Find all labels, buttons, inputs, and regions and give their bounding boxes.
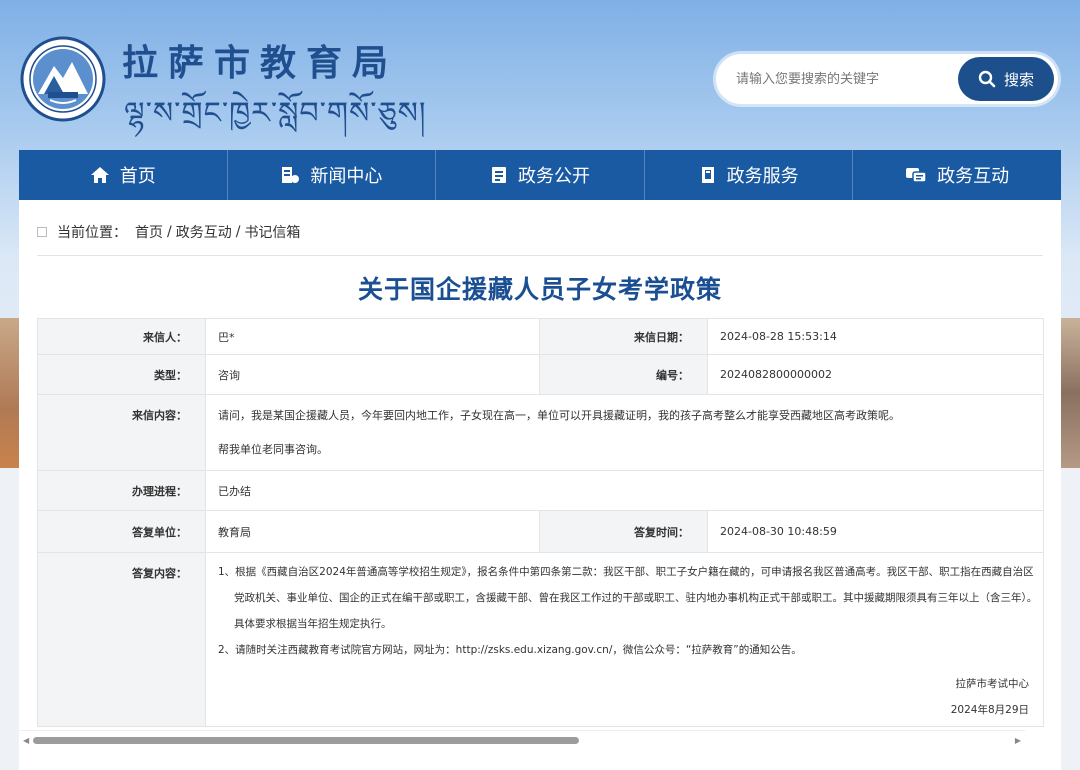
number-label: 编号： [539,354,708,395]
nav-item-news[interactable]: 新闻中心 [228,150,437,200]
nav-item-home[interactable]: 首页 [19,150,228,200]
breadcrumb-home-link[interactable]: 首页 [135,222,163,242]
nav-item-gov-service[interactable]: 政务服务 [645,150,854,200]
service-icon [701,167,714,183]
home-icon [90,167,109,183]
table-row: 答复单位： 教育局 答复时间： 2024-08-30 10:48:59 [37,510,1044,553]
reply-time-label: 答复时间： [539,510,708,553]
search-button[interactable]: 搜索 [958,57,1054,101]
reply-time-value: 2024-08-30 10:48:59 [707,510,1044,553]
content-label: 来信内容： [37,394,206,471]
sender-value: 巴* [205,318,540,355]
letter-detail-table: 来信人： 巴* 来信日期： 2024-08-28 15:53:14 类型： 咨询… [37,318,1044,727]
search-icon [978,70,996,88]
scrollbar-thumb[interactable] [33,737,579,744]
search-box: 搜索 [716,54,1058,104]
number-value: 2024082800000002 [707,354,1044,395]
breadcrumb-separator: / [167,224,172,240]
content-panel: 当前位置： 首页 / 政务互动 / 书记信箱 关于国企援藏人员子女考学政策 来信… [19,200,1061,770]
nav-item-label: 首页 [119,166,156,187]
news-icon [282,167,300,183]
main-nav: 首页 新闻中心 政务公开 政务服务 政务互动 [19,150,1061,200]
progress-label: 办理进程： [37,470,206,511]
nav-item-gov-open[interactable]: 政务公开 [436,150,645,200]
type-label: 类型： [37,354,206,395]
type-value: 咨询 [205,354,540,395]
breadcrumb-current: 书记信箱 [244,225,301,241]
search-input[interactable] [736,54,956,104]
emblem-icon[interactable] [20,36,106,122]
reply-line: 具体要求根据当年招生规定执行。 [234,618,392,630]
table-row: 类型： 咨询 编号： 2024082800000002 [37,354,1044,395]
reply-unit-value: 教育局 [205,510,540,553]
nav-item-label: 政务公开 [517,166,590,187]
reply-line: 1、根据《西藏自治区2024年普通高等学校招生规定》，报名条件中第四条第二款：我… [218,566,1034,578]
breadcrumb-interaction-link[interactable]: 政务互动 [176,222,232,242]
breadcrumb: 当前位置： 首页 / 政务互动 / 书记信箱 [37,222,300,242]
reply-line: 2、请随时关注西藏教育考试院官方网站，网址为：http://zsks.edu.x… [218,644,802,656]
reply-line: 党政机关、事业单位、国企的正式在编干部或职工，含援藏干部、曾在我区工作过的干部或… [234,592,1038,604]
reply-label: 答复内容： [37,552,206,727]
content-paragraph: 帮我单位老同事咨询。 [218,443,328,456]
search-button-label: 搜索 [1003,70,1034,89]
sender-label: 来信人： [37,318,206,355]
reply-value: 1、根据《西藏自治区2024年普通高等学校招生规定》，报名条件中第四条第二款：我… [205,552,1044,727]
table-row: 答复内容： 1、根据《西藏自治区2024年普通高等学校招生规定》，报名条件中第四… [37,552,1044,727]
content-value: 请问，我是某国企援藏人员，今年要回内地工作，子女现在高一，单位可以开具援藏证明，… [205,394,1044,471]
scroll-right-arrow-icon[interactable]: ▶ [1015,736,1021,745]
document-icon [491,167,506,183]
date-value: 2024-08-28 15:53:14 [707,318,1044,355]
breadcrumb-separator: / [235,224,241,240]
divider [37,255,1043,256]
nav-item-label: 新闻中心 [310,166,383,187]
site-title: 拉萨市教育局 [122,42,399,84]
content-paragraph: 请问，我是某国企援藏人员，今年要回内地工作，子女现在高一，单位可以开具援藏证明，… [218,409,900,422]
table-row: 来信人： 巴* 来信日期： 2024-08-28 15:53:14 [37,318,1044,355]
progress-value: 已办结 [205,470,1044,511]
nav-item-label: 政务服务 [726,166,799,187]
table-row: 来信内容： 请问，我是某国企援藏人员，今年要回内地工作，子女现在高一，单位可以开… [37,394,1044,471]
page-title: 关于国企援藏人员子女考学政策 [357,275,722,304]
location-icon [37,227,47,237]
table-row: 办理进程： 已办结 [37,470,1044,511]
breadcrumb-prefix: 当前位置： [57,225,127,241]
reply-signature-date: 2024年8月29日 [950,704,1029,716]
horizontal-scrollbar[interactable]: ◀ ▶ [19,730,1025,750]
chat-icon [906,168,927,183]
date-label: 来信日期： [539,318,708,355]
nav-item-gov-interaction[interactable]: 政务互动 [853,150,1061,200]
scroll-left-arrow-icon[interactable]: ◀ [23,736,29,745]
reply-unit-label: 答复单位： [37,510,206,553]
nav-item-label: 政务互动 [937,166,1010,187]
background-building-right [1058,318,1080,468]
reply-signature: 拉萨市考试中心 [955,678,1030,690]
